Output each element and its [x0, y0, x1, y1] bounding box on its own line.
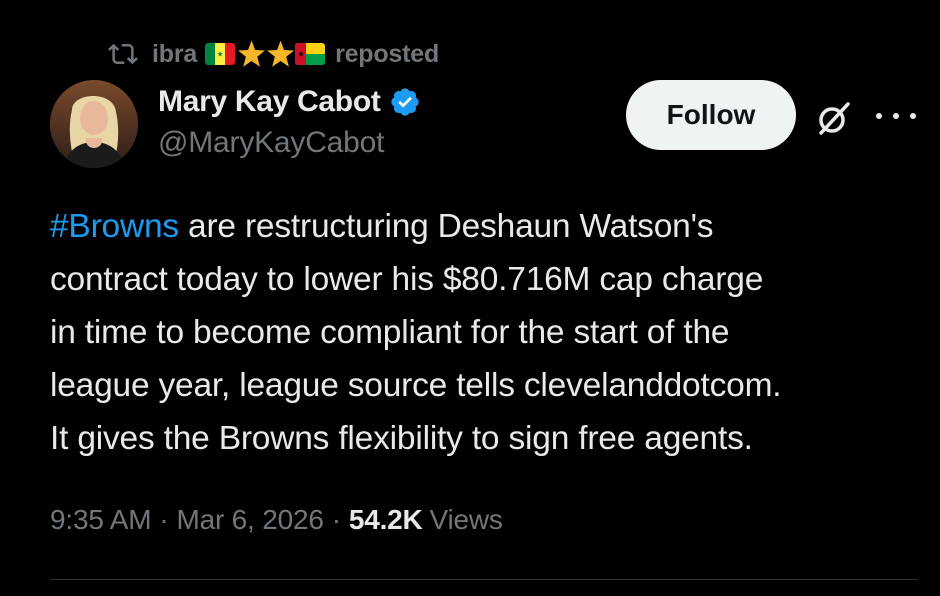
tweet-line-1: #Browns are restructuring Deshaun Watson… — [50, 200, 930, 253]
tweet-date[interactable]: Mar 6, 2026 — [176, 504, 323, 536]
repost-indicator: ibra reposted — [106, 36, 439, 72]
tweet-text: #Browns are restructuring Deshaun Watson… — [50, 200, 930, 465]
author-handle[interactable]: @MaryKayCabot — [158, 126, 384, 160]
avatar[interactable] — [50, 80, 138, 168]
views-count: 54.2K — [348, 504, 423, 535]
divider — [50, 579, 918, 580]
repost-label: reposted — [335, 39, 440, 68]
meta-separator: · — [331, 504, 341, 535]
tweet-line-1-text: are restructuring Deshaun Watson's — [178, 208, 714, 245]
guinea-bissau-flag-emoji — [295, 43, 326, 65]
hashtag-link[interactable]: #Browns — [50, 208, 179, 245]
meta-separator: · — [159, 504, 169, 535]
more-dot — [893, 113, 899, 119]
repost-username[interactable]: ibra — [152, 40, 197, 69]
star-emoji — [267, 40, 295, 67]
grok-icon[interactable] — [812, 96, 856, 140]
more-dot — [876, 113, 882, 119]
author-name-row: Mary Kay Cabot — [158, 82, 421, 122]
follow-button[interactable]: Follow — [626, 80, 796, 150]
tweet-card: ibra reposted Mary Kay Cabot @MaryKayCab… — [0, 0, 940, 596]
star-emoji — [238, 40, 266, 67]
more-options-icon[interactable] — [876, 104, 916, 128]
tweet-line-3: in time to become compliant for the star… — [50, 314, 730, 351]
repost-icon — [106, 39, 140, 69]
verified-badge-icon[interactable] — [389, 86, 421, 118]
tweet-line-5: It gives the Browns flexibility to sign … — [50, 420, 753, 457]
tweet-meta: 9:35 AM · Mar 6, 2026 · 54.2K Views — [50, 500, 503, 540]
tweet-line-4: league year, league source tells clevela… — [50, 367, 782, 404]
views-label: Views — [429, 504, 503, 535]
senegal-flag-emoji — [205, 43, 236, 65]
more-dot — [910, 113, 916, 119]
tweet-time[interactable]: 9:35 AM — [50, 504, 152, 536]
tweet-line-2: contract today to lower his $80.716M cap… — [50, 261, 764, 298]
author-display-name[interactable]: Mary Kay Cabot — [158, 85, 381, 119]
